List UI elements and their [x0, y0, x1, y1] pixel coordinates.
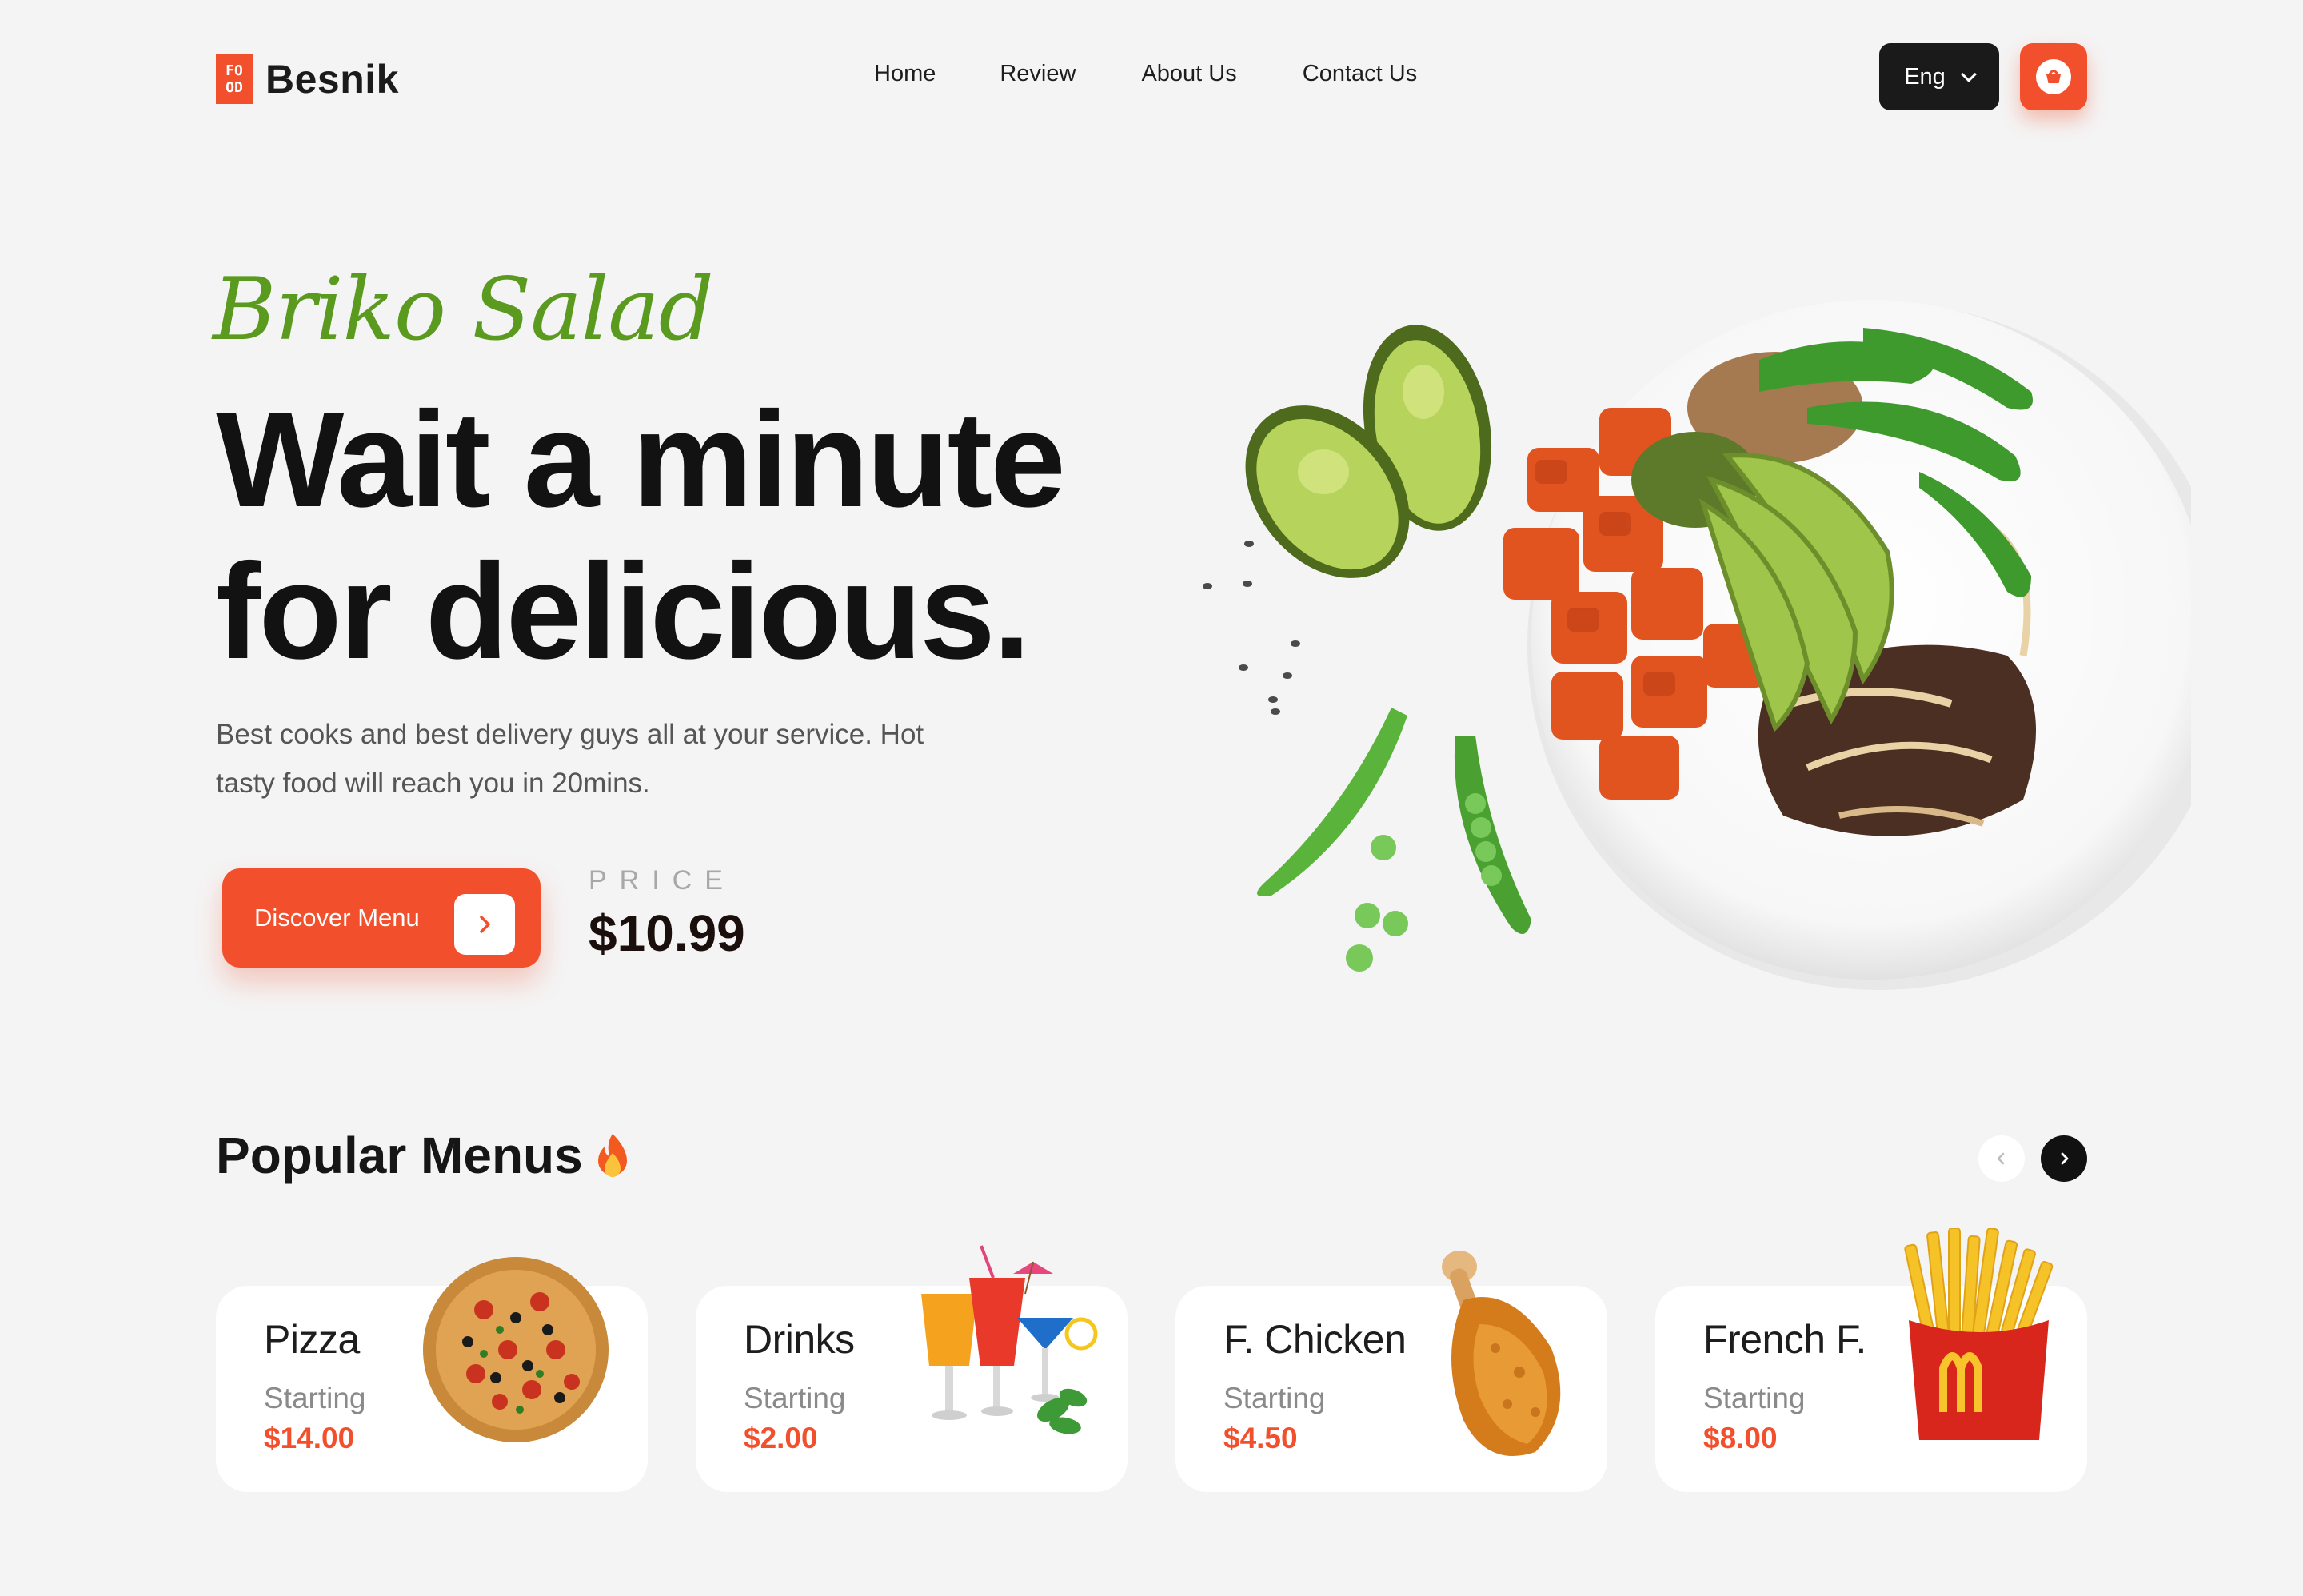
menu-card-price: $8.00 — [1703, 1422, 1778, 1454]
hero-price: $10.99 — [589, 904, 745, 962]
fried-chicken-image — [1442, 1251, 1561, 1456]
cart-button[interactable] — [2020, 43, 2087, 110]
pizza-image — [423, 1257, 609, 1442]
menu-card-name: Pizza — [264, 1317, 360, 1362]
hero-headline-line-1: Wait a minute — [216, 384, 1066, 536]
menu-card-french-fries[interactable]: French F. Starting $8.00 — [1655, 1228, 2087, 1492]
nav-home[interactable]: Home — [874, 61, 936, 87]
brand-name: Besnik — [265, 57, 399, 102]
carousel-next-button[interactable] — [2041, 1135, 2087, 1182]
menu-card-starting: Starting — [264, 1382, 366, 1414]
menu-card-price: $14.00 — [264, 1422, 355, 1454]
nav-about-us[interactable]: About Us — [1141, 61, 1236, 87]
discover-menu-label: Discover Menu — [254, 904, 420, 932]
brand-logo[interactable]: FO OD Besnik — [216, 54, 399, 104]
popular-menus-title: Popular Menus — [216, 1127, 583, 1184]
hero-script-title: Briko Salad — [213, 260, 714, 360]
menu-card-starting: Starting — [744, 1382, 846, 1414]
language-label: Eng — [1904, 63, 1946, 90]
salad-bowl-image — [1203, 300, 2191, 990]
hero-subtitle: Best cooks and best delivery guys all at… — [216, 719, 924, 799]
menu-card-starting: Starting — [1223, 1382, 1326, 1414]
logo-mark-bottom: OD — [226, 79, 243, 96]
menu-card-name: F. Chicken — [1223, 1317, 1407, 1362]
hero-headline: Wait a minute for delicious. — [216, 384, 1066, 688]
nav-contact-us[interactable]: Contact Us — [1303, 61, 1417, 87]
logo-mark: FO OD — [216, 54, 253, 104]
basket-icon — [2036, 59, 2071, 94]
menu-card-price: $4.50 — [1223, 1422, 1298, 1454]
main-nav: Home Review About Us Contact Us — [874, 61, 1417, 87]
menu-card-starting: Starting — [1703, 1382, 1806, 1414]
menu-card-name: French F. — [1703, 1317, 1866, 1362]
french-fries-image — [1904, 1228, 2054, 1440]
chevron-right-icon — [2061, 1152, 2069, 1165]
drinks-image — [921, 1245, 1098, 1434]
carousel-prev-button[interactable] — [1978, 1135, 2025, 1182]
chevron-down-icon — [1960, 66, 1977, 82]
nav-review[interactable]: Review — [1000, 61, 1076, 87]
hero-headline-line-2: for delicious. — [216, 536, 1031, 688]
menu-card-drinks[interactable]: Drinks Starting $2.00 — [696, 1245, 1128, 1492]
menu-card-fried-chicken[interactable]: F. Chicken Starting $4.50 — [1175, 1251, 1607, 1492]
fire-icon — [597, 1134, 627, 1177]
logo-mark-top: FO — [226, 62, 243, 79]
language-select[interactable]: Eng — [1879, 43, 1999, 110]
discover-menu-button[interactable]: Discover Menu — [222, 868, 541, 968]
price-label: PRICE — [589, 865, 736, 896]
arrow-right-icon — [454, 894, 515, 955]
popular-menus-heading: Popular Menus — [216, 1126, 631, 1185]
chevron-left-icon — [1997, 1152, 2005, 1165]
menu-card-pizza[interactable]: Pizza Starting $14.00 — [216, 1257, 648, 1492]
menu-card-price: $2.00 — [744, 1422, 818, 1454]
menu-card-name: Drinks — [744, 1317, 855, 1362]
